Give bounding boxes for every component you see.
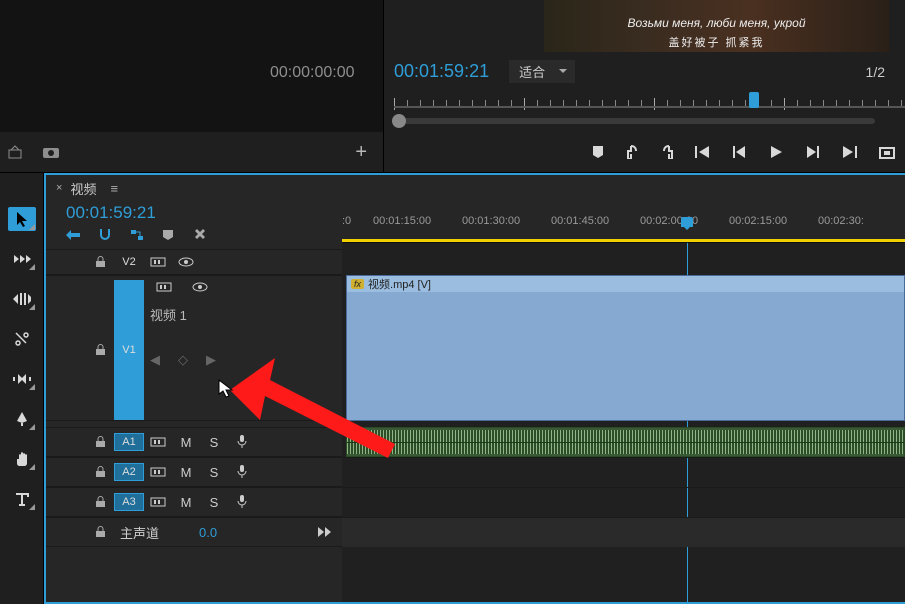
track-label-v1[interactable]: V1 [114, 280, 144, 420]
video-preview: Возьми меня, люби меня, укрой 盖好被子 抓紧我 [544, 0, 889, 52]
prev-keyframe-icon[interactable]: ◀ [150, 352, 160, 368]
selection-tool[interactable] [8, 207, 36, 231]
go-to-out-icon[interactable] [841, 145, 857, 159]
mix-volume-value[interactable]: 0.0 [199, 525, 217, 540]
sync-lock-icon[interactable] [150, 280, 178, 295]
add-keyframe-icon[interactable]: ◇ [178, 352, 188, 368]
track-label-v2[interactable]: V2 [114, 254, 144, 270]
transport-controls [384, 132, 905, 172]
lock-icon[interactable] [46, 436, 114, 448]
go-to-next-icon[interactable] [318, 525, 332, 540]
track-header-a1[interactable]: A1 M S [46, 427, 342, 457]
playhead-icon[interactable] [681, 217, 693, 227]
lock-icon[interactable] [46, 526, 114, 538]
lock-icon[interactable] [46, 496, 114, 508]
source-timecode: 00:00:00:00 [270, 64, 355, 82]
audio-clip-a1[interactable] [346, 427, 905, 457]
voice-over-icon[interactable] [228, 464, 256, 481]
subtitle-cn: 盖好被子 抓紧我 [544, 34, 889, 50]
source-monitor: 00:00:00:00 + [0, 0, 384, 172]
track-label-a1[interactable]: A1 [114, 433, 144, 451]
track-name-v1: 视频 1 [150, 305, 216, 324]
fit-dropdown[interactable]: 适合 [509, 60, 575, 83]
solo-button[interactable]: S [200, 495, 228, 510]
step-back-icon[interactable] [733, 145, 747, 159]
video-clip[interactable]: fx 视频.mp4 [V] [346, 275, 905, 421]
next-keyframe-icon[interactable]: ▶ [206, 352, 216, 368]
timeline-timecode[interactable]: 00:01:59:21 [66, 203, 156, 223]
settings-icon[interactable] [192, 227, 206, 244]
linked-selection-icon[interactable] [130, 228, 144, 244]
program-timecode[interactable]: 00:01:59:21 [394, 61, 489, 82]
sync-lock-icon[interactable] [144, 435, 172, 450]
mark-out-icon[interactable] [661, 145, 673, 159]
track-header-a3[interactable]: A3 M S [46, 487, 342, 517]
toggle-track-output-icon[interactable] [172, 255, 200, 270]
mute-button[interactable]: M [172, 465, 200, 480]
camera-icon[interactable] [42, 145, 60, 159]
insert-mode-icon[interactable] [66, 228, 80, 244]
tool-palette [0, 173, 44, 604]
panel-menu-icon[interactable]: ≡ [110, 181, 118, 196]
lock-icon[interactable] [46, 256, 114, 268]
track-header-v1[interactable]: V1 视频 1 ◀ ◇ ▶ [46, 275, 342, 421]
track-header-area: V2 V1 视频 1 ◀ [46, 243, 342, 602]
hand-tool[interactable] [8, 447, 36, 471]
voice-over-icon[interactable] [228, 494, 256, 511]
program-monitor: Возьми меня, люби меня, укрой 盖好被子 抓紧我 0… [384, 0, 905, 172]
slip-tool[interactable] [8, 367, 36, 391]
add-marker-icon[interactable] [591, 145, 605, 159]
fx-badge: fx [351, 279, 364, 289]
timeline-panel: × 视频 ≡ 00:01:59:21 V2 [44, 173, 905, 604]
add-button[interactable]: + [355, 141, 375, 164]
scrub-playhead-icon[interactable] [749, 92, 759, 108]
sequence-tab[interactable]: 视频 [70, 179, 96, 198]
clip-name: 视频.mp4 [V] [368, 276, 431, 292]
track-select-tool[interactable] [8, 247, 36, 271]
track-header-mix[interactable]: 主声道 0.0 [46, 517, 342, 547]
sync-lock-icon[interactable] [144, 255, 172, 270]
subtitle-ru: Возьми меня, люби меня, укрой [544, 16, 889, 30]
go-to-in-icon[interactable] [695, 145, 711, 159]
program-scrub-bar[interactable] [394, 96, 905, 124]
voice-over-icon[interactable] [228, 434, 256, 451]
solo-button[interactable]: S [200, 435, 228, 450]
tab-close-icon[interactable]: × [56, 182, 62, 194]
track-header-v2[interactable]: V2 [46, 249, 342, 275]
marker-icon[interactable] [162, 228, 174, 244]
track-label-a2[interactable]: A2 [114, 463, 144, 481]
step-forward-icon[interactable] [805, 145, 819, 159]
solo-button[interactable]: S [200, 465, 228, 480]
mute-button[interactable]: M [172, 435, 200, 450]
snap-icon[interactable] [98, 227, 112, 244]
play-icon[interactable] [769, 145, 783, 159]
export-frame-icon[interactable] [8, 145, 24, 159]
playback-resolution[interactable]: 1/2 [866, 64, 885, 80]
track-header-a2[interactable]: A2 M S [46, 457, 342, 487]
mark-in-icon[interactable] [627, 145, 639, 159]
pen-tool[interactable] [8, 407, 36, 431]
export-frame-icon[interactable] [879, 145, 895, 159]
sync-lock-icon[interactable] [144, 465, 172, 480]
scrub-zoom-knob[interactable] [392, 114, 406, 128]
track-label-a3[interactable]: A3 [114, 493, 144, 511]
ripple-edit-tool[interactable] [8, 287, 36, 311]
mouse-cursor-icon [218, 379, 234, 399]
toggle-track-output-icon[interactable] [186, 280, 214, 295]
razor-tool[interactable] [8, 327, 36, 351]
sync-lock-icon[interactable] [144, 495, 172, 510]
track-content-area[interactable]: :0 00:01:15:00 00:01:30:00 00:01:45:00 0… [342, 243, 905, 602]
mute-button[interactable]: M [172, 495, 200, 510]
mix-track-label: 主声道 [120, 523, 159, 542]
lock-icon[interactable] [46, 466, 114, 478]
lock-icon[interactable] [46, 344, 114, 356]
time-ruler[interactable]: :0 00:01:15:00 00:01:30:00 00:01:45:00 0… [342, 215, 905, 243]
type-tool[interactable] [8, 487, 36, 511]
